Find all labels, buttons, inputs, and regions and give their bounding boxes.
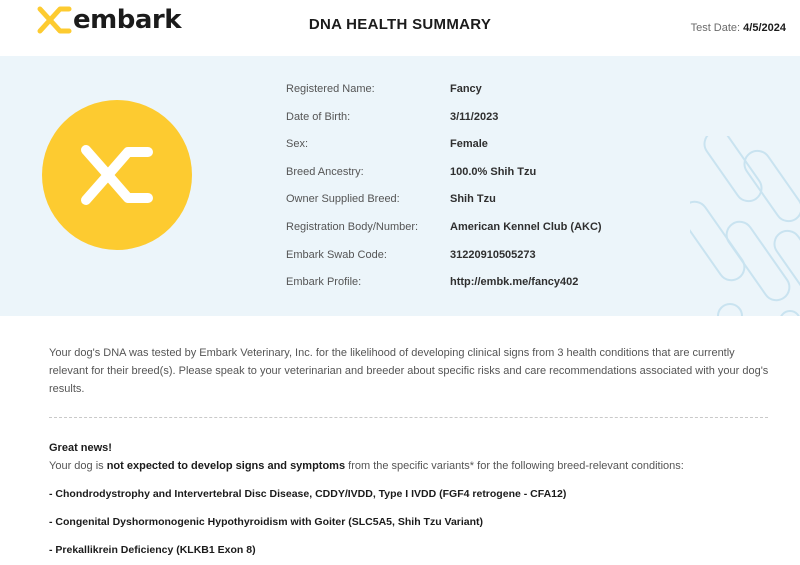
field-value: Fancy (450, 83, 482, 95)
page-title: DNA HEALTH SUMMARY (308, 16, 492, 33)
field-label: Registered Name: (286, 83, 375, 95)
field-value: 100.0% Shih Tzu (450, 165, 537, 178)
field-value: American Kennel Club (AKC) (450, 220, 602, 233)
field-sex: Sex: Female (286, 131, 766, 159)
embark-mark-icon (81, 145, 153, 205)
field-breed-ancestry: Breed Ancestry: 100.0% Shih Tzu (286, 159, 766, 187)
field-label: Embark Swab Code: (286, 248, 387, 261)
field-label: Date of Birth: (286, 110, 351, 123)
summary-emphasis: not expected to develop signs and sympto… (106, 460, 346, 472)
field-label: Breed Ancestry: (286, 165, 364, 178)
section-divider (49, 417, 768, 418)
field-value: Female (450, 138, 488, 151)
field-date-of-birth: Date of Birth: 3/11/2023 (286, 104, 766, 132)
field-label: Sex: (286, 138, 309, 151)
intro-section: Your dog's DNA was tested by Embark Vete… (49, 344, 769, 398)
test-date-value: 4/5/2024 (743, 22, 786, 34)
field-label: Owner Supplied Breed: (286, 193, 400, 206)
condition-item: - Chondrodystrophy and Intervertebral Di… (49, 488, 567, 500)
field-swab-code: Embark Swab Code: 31220910505273 (286, 242, 766, 270)
field-embark-profile: Embark Profile: http://embk.me/fancy402 (286, 269, 766, 297)
test-date: Test Date: 4/5/2024 (691, 22, 786, 34)
field-value: Shih Tzu (450, 193, 496, 206)
result-greeting: Great news! (49, 442, 112, 454)
profile-link[interactable]: http://embk.me/fancy402 (450, 276, 578, 288)
dog-info-band: Registered Name: Fancy Date of Birth: 3/… (0, 56, 800, 316)
dog-avatar (42, 100, 192, 250)
condition-item: - Congenital Dyshormonogenic Hypothyroid… (49, 516, 484, 528)
field-label: Registration Body/Number: (286, 220, 419, 233)
summary-suffix: from the specific variants* for the foll… (345, 460, 684, 472)
field-registration-body: Registration Body/Number: American Kenne… (286, 214, 766, 242)
intro-paragraph: Your dog's DNA was tested by Embark Vete… (49, 347, 769, 395)
report-page: embark DNA HEALTH SUMMARY Test Date: 4/5… (0, 0, 800, 565)
condition-item: - Prekallikrein Deficiency (KLKB1 Exon 8… (49, 544, 256, 556)
summary-prefix: Your dog is (49, 460, 107, 472)
field-value: 3/11/2023 (450, 110, 499, 123)
field-value: 31220910505273 (450, 248, 536, 261)
field-owner-supplied-breed: Owner Supplied Breed: Shih Tzu (286, 186, 766, 214)
result-summary: Your dog is not expected to develop sign… (49, 460, 684, 472)
report-header: embark DNA HEALTH SUMMARY Test Date: 4/5… (0, 0, 800, 56)
field-label: Embark Profile: (286, 276, 362, 289)
field-registered-name: Registered Name: Fancy (286, 76, 766, 104)
test-date-label: Test Date: (690, 22, 741, 34)
dog-profile-fields: Registered Name: Fancy Date of Birth: 3/… (286, 76, 766, 297)
